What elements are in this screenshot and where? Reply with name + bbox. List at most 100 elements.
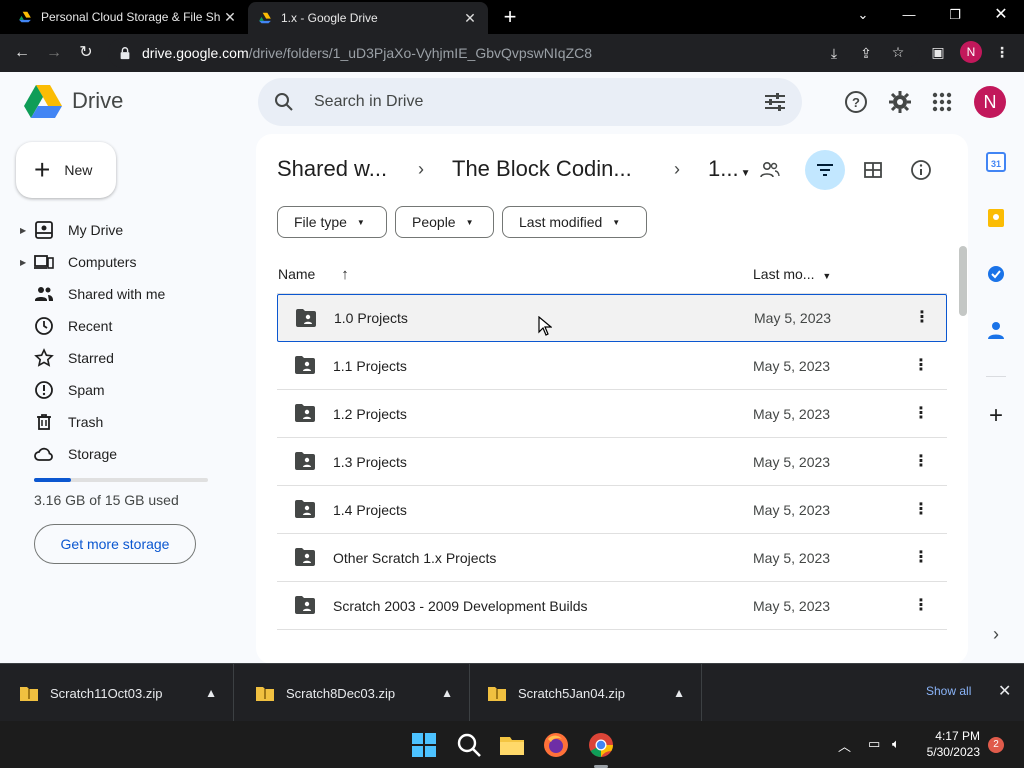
storage-usage-bar: [34, 478, 208, 482]
calendar-icon[interactable]: 31: [986, 152, 1006, 172]
share-icon[interactable]: ⇪: [856, 43, 876, 63]
minimize-icon[interactable]: —: [889, 0, 929, 30]
sidebar-item-shared-with-me[interactable]: Shared with me: [20, 278, 240, 310]
sidebar-item-spam[interactable]: Spam: [20, 374, 240, 406]
more-actions-icon[interactable]: ⋮: [913, 549, 929, 565]
windows-start-icon[interactable]: [410, 731, 438, 759]
more-actions-icon[interactable]: ⋮: [913, 405, 929, 421]
browser-profile-avatar[interactable]: N: [960, 41, 982, 63]
download-options-chevron-icon[interactable]: ▲: [441, 686, 453, 700]
rail-collapse-chevron-icon[interactable]: ›: [986, 624, 1006, 644]
firefox-icon[interactable]: [542, 731, 570, 759]
tasks-icon[interactable]: [986, 264, 1006, 284]
breadcrumb-block-coding[interactable]: The Block Codin...: [452, 156, 632, 182]
apps-grid-icon[interactable]: [930, 90, 954, 114]
contacts-icon[interactable]: [986, 320, 1006, 340]
search-input[interactable]: Search in Drive: [314, 93, 764, 111]
close-download-shelf-icon[interactable]: ✕: [998, 681, 1011, 701]
rail-divider: [986, 376, 1006, 377]
grid-view-button[interactable]: [853, 150, 893, 190]
window-close-icon[interactable]: ✕: [981, 0, 1021, 30]
file-modified-date: May 5, 2023: [753, 453, 831, 470]
tab-search-icon[interactable]: ⌄: [843, 0, 883, 30]
notification-badge[interactable]: 2: [988, 737, 1004, 753]
get-more-storage-button[interactable]: Get more storage: [34, 524, 196, 564]
volume-icon[interactable]: 🔈︎: [892, 736, 900, 752]
expand-caret-icon[interactable]: ▶: [20, 226, 34, 235]
file-row[interactable]: Scratch 2003 - 2009 Development Builds Ma…: [277, 582, 947, 630]
drive-logo[interactable]: Drive: [24, 84, 123, 118]
search-icon[interactable]: [274, 92, 294, 112]
install-app-icon[interactable]: ⤓: [824, 43, 844, 63]
file-row[interactable]: 1.4 Projects May 5, 2023 ⋮: [277, 486, 947, 534]
people-filter-chip[interactable]: People ▼: [395, 206, 494, 238]
show-hidden-icons-chevron-icon[interactable]: ︿: [838, 736, 851, 755]
download-options-chevron-icon[interactable]: ▲: [673, 686, 685, 700]
get-addons-plus-icon[interactable]: +: [986, 404, 1006, 428]
tab-google-drive[interactable]: 1.x - Google Drive ✕: [248, 2, 488, 34]
back-icon[interactable]: ←: [9, 41, 35, 65]
reload-icon[interactable]: ↻: [73, 41, 99, 65]
download-item[interactable]: Scratch11Oct03.zip ▲: [0, 664, 234, 722]
taskbar-search-icon[interactable]: [455, 731, 483, 759]
tab-close-icon[interactable]: ✕: [222, 9, 238, 26]
name-column-header[interactable]: Name ↑: [278, 266, 349, 283]
settings-gear-icon[interactable]: [888, 90, 912, 114]
file-row[interactable]: 1.0 Projects May 5, 2023 ⋮: [277, 294, 947, 342]
system-clock[interactable]: 4:17 PM 5/30/2023: [918, 728, 980, 760]
tab-close-icon[interactable]: ✕: [462, 10, 478, 27]
account-avatar[interactable]: N: [974, 86, 1006, 118]
tab-personal-cloud-storage[interactable]: Personal Cloud Storage & File Sh ✕: [8, 0, 248, 34]
filter-toggle-button[interactable]: [805, 150, 845, 190]
download-shelf: Scratch11Oct03.zip ▲ Scratch8Dec03.zip ▲…: [0, 663, 1024, 722]
breadcrumb-current-folder[interactable]: 1... ▼: [708, 156, 750, 182]
browser-menu-icon[interactable]: ⋮: [992, 42, 1012, 62]
more-actions-icon[interactable]: ⋮: [913, 453, 929, 469]
download-item[interactable]: Scratch5Jan04.zip ▲: [468, 664, 702, 722]
last-modified-column-header[interactable]: Last mo... ▼: [753, 266, 831, 282]
expand-caret-icon[interactable]: ▶: [20, 258, 34, 267]
more-actions-icon[interactable]: ⋮: [913, 501, 929, 517]
file-row[interactable]: 1.3 Projects May 5, 2023 ⋮: [277, 438, 947, 486]
side-panel-icon[interactable]: ▣: [928, 42, 948, 62]
file-explorer-icon[interactable]: [498, 731, 526, 759]
more-actions-icon[interactable]: ⋮: [914, 310, 930, 326]
details-button[interactable]: [901, 150, 941, 190]
restore-icon[interactable]: ❐: [935, 0, 975, 30]
sidebar-item-recent[interactable]: Recent: [20, 310, 240, 342]
search-options-icon[interactable]: [764, 92, 786, 112]
search-bar[interactable]: Search in Drive: [258, 78, 802, 126]
chip-label: People: [412, 214, 456, 230]
last-modified-filter-chip[interactable]: Last modified ▼: [502, 206, 647, 238]
download-filename: Scratch11Oct03.zip: [50, 685, 163, 701]
sidebar-item-my-drive[interactable]: ▶ My Drive: [20, 214, 240, 246]
sidebar-item-starred[interactable]: Starred: [20, 342, 240, 374]
sidebar-item-trash[interactable]: Trash: [20, 406, 240, 438]
file-type-filter-chip[interactable]: File type ▼: [277, 206, 387, 238]
bookmark-star-icon[interactable]: ☆: [888, 42, 908, 62]
breadcrumb-shared-with-me[interactable]: Shared w...: [277, 156, 387, 182]
sidebar-item-computers[interactable]: ▶ Computers: [20, 246, 240, 278]
forward-icon[interactable]: →: [41, 41, 67, 65]
chrome-icon[interactable]: [587, 731, 615, 759]
file-modified-date: May 5, 2023: [753, 597, 831, 614]
help-icon[interactable]: ?: [844, 90, 868, 114]
file-row[interactable]: 1.2 Projects May 5, 2023 ⋮: [277, 390, 947, 438]
sidebar-item-storage[interactable]: Storage: [20, 438, 240, 470]
download-options-chevron-icon[interactable]: ▲: [205, 686, 217, 700]
svg-text:31: 31: [991, 159, 1001, 169]
omnibox[interactable]: drive.google.com/drive/folders/1_uD3PjaX…: [108, 38, 920, 68]
manage-access-icon[interactable]: [760, 161, 780, 179]
more-actions-icon[interactable]: ⋮: [913, 357, 929, 373]
new-button[interactable]: + New: [16, 142, 116, 198]
download-item[interactable]: Scratch8Dec03.zip ▲: [236, 664, 470, 722]
keep-icon[interactable]: [986, 208, 1006, 228]
scrollbar-thumb[interactable]: [959, 246, 967, 316]
show-all-downloads-link[interactable]: Show all: [926, 684, 971, 698]
sort-ascending-arrow-icon[interactable]: ↑: [341, 266, 349, 283]
file-row[interactable]: 1.1 Projects May 5, 2023 ⋮: [277, 342, 947, 390]
more-actions-icon[interactable]: ⋮: [913, 597, 929, 613]
network-icon[interactable]: ▭: [868, 736, 880, 752]
new-tab-button[interactable]: +: [498, 4, 522, 30]
file-row[interactable]: Other Scratch 1.x Projects May 5, 2023 ⋮: [277, 534, 947, 582]
